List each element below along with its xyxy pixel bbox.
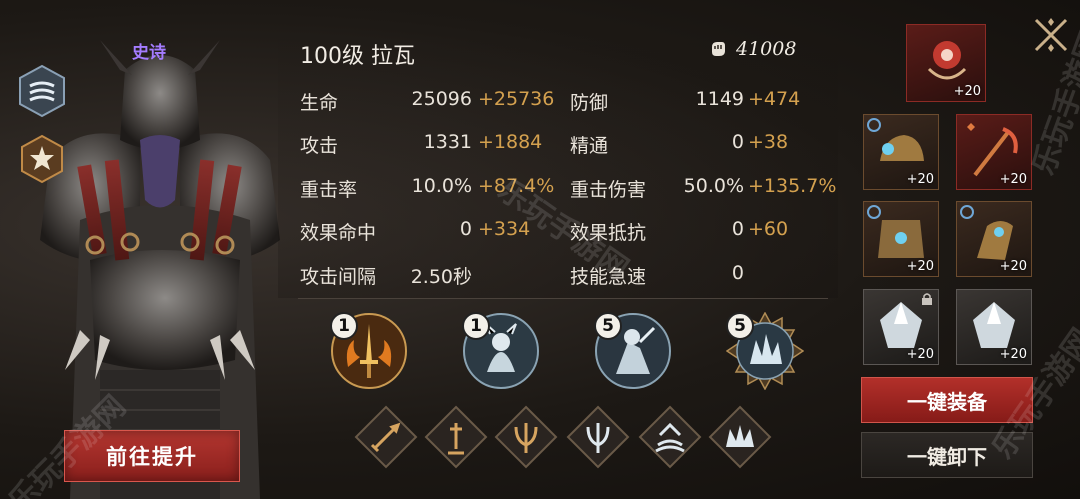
stat-base-crit-rate: 10.0%: [411, 175, 472, 197]
stat-bonus-crit-rate: +87.4%: [478, 175, 555, 197]
skill-level-badge: 5: [726, 312, 754, 340]
trident-rune-icon-2[interactable]: [566, 405, 630, 469]
equip-slot-weapon[interactable]: +20: [956, 114, 1032, 190]
stat-bonus-crit-damage: +135.7%: [748, 175, 837, 197]
close-icon[interactable]: [1030, 14, 1072, 56]
equip-level: +20: [953, 84, 981, 99]
combat-power: 41008: [708, 38, 796, 60]
stat-label-mastery: 精通: [570, 135, 609, 157]
rarity-label: 史诗: [132, 43, 166, 63]
skill-level-badge: 5: [594, 312, 622, 340]
class-star-icon[interactable]: [20, 134, 64, 184]
hero-level-name: 100级 拉瓦: [300, 44, 415, 69]
stat-bonus-effect-resist: +60: [748, 218, 789, 240]
trident-rune-icon[interactable]: [494, 405, 558, 469]
equip-all-button[interactable]: 一键装备: [861, 377, 1033, 423]
equip-level: +20: [906, 172, 934, 187]
stat-bonus-effect-hit: +334: [478, 218, 531, 240]
stat-base-effect-resist: 0: [731, 218, 744, 240]
arrow-rune-icon[interactable]: [638, 405, 702, 469]
combat-power-value: 41008: [736, 38, 797, 60]
stat-label-attack: 攻击: [300, 135, 339, 157]
stat-label-effect-hit: 效果命中: [300, 222, 377, 244]
skill-level-badge: 1: [330, 312, 358, 340]
equip-level: +20: [906, 347, 934, 362]
stat-bonus-mastery: +38: [748, 131, 789, 153]
equip-slot-gloves[interactable]: +20: [956, 201, 1032, 277]
stat-label-crit-rate: 重击率: [300, 179, 358, 201]
equip-slot-crystal-2[interactable]: +20: [956, 289, 1032, 365]
stat-label-skill-haste: 技能急速: [570, 266, 647, 288]
unequip-all-button[interactable]: 一键卸下: [861, 432, 1033, 478]
dagger-rune-icon[interactable]: [424, 405, 488, 469]
stat-base-mastery: 0: [731, 131, 744, 153]
equip-level: +20: [906, 259, 934, 274]
stat-label-defense: 防御: [570, 92, 609, 114]
stat-bonus-defense: +474: [748, 88, 801, 110]
stat-base-attack-interval: 2.50秒: [410, 266, 472, 288]
go-upgrade-button[interactable]: 前往提升: [64, 430, 240, 482]
character-portrait-area: 史诗 前往提升: [0, 0, 280, 499]
fist-power-icon: [712, 42, 725, 56]
stat-bonus-attack: +1884: [478, 131, 543, 153]
stat-base-hp: 25096: [411, 88, 472, 110]
equip-level: +20: [999, 347, 1027, 362]
stat-base-defense: 1149: [695, 88, 744, 110]
stat-bonus-hp: +25736: [478, 88, 555, 110]
lock-icon: [922, 293, 932, 305]
stat-base-attack: 1331: [423, 131, 472, 153]
stat-base-skill-haste: 0: [731, 262, 744, 284]
divider: [298, 298, 828, 299]
stat-label-effect-resist: 效果抵抗: [570, 222, 647, 244]
stat-label-hp: 生命: [300, 92, 339, 114]
equip-slot-armor[interactable]: +20: [863, 201, 939, 277]
equip-level: +20: [999, 172, 1027, 187]
stat-label-crit-damage: 重击伤害: [570, 179, 647, 201]
stat-base-effect-hit: 0: [459, 218, 472, 240]
crown-rune-icon[interactable]: [708, 405, 772, 469]
skill-level-badge: 1: [462, 312, 490, 340]
stat-base-crit-damage: 50.0%: [683, 175, 744, 197]
equip-level: +20: [999, 259, 1027, 274]
sword-rune-icon[interactable]: [354, 405, 418, 469]
water-element-icon[interactable]: [18, 64, 66, 118]
equip-slot-amulet[interactable]: +20: [906, 24, 986, 102]
stat-label-attack-interval: 攻击间隔: [300, 266, 377, 288]
character-portrait: [40, 40, 280, 499]
equip-slot-helmet[interactable]: +20: [863, 114, 939, 190]
